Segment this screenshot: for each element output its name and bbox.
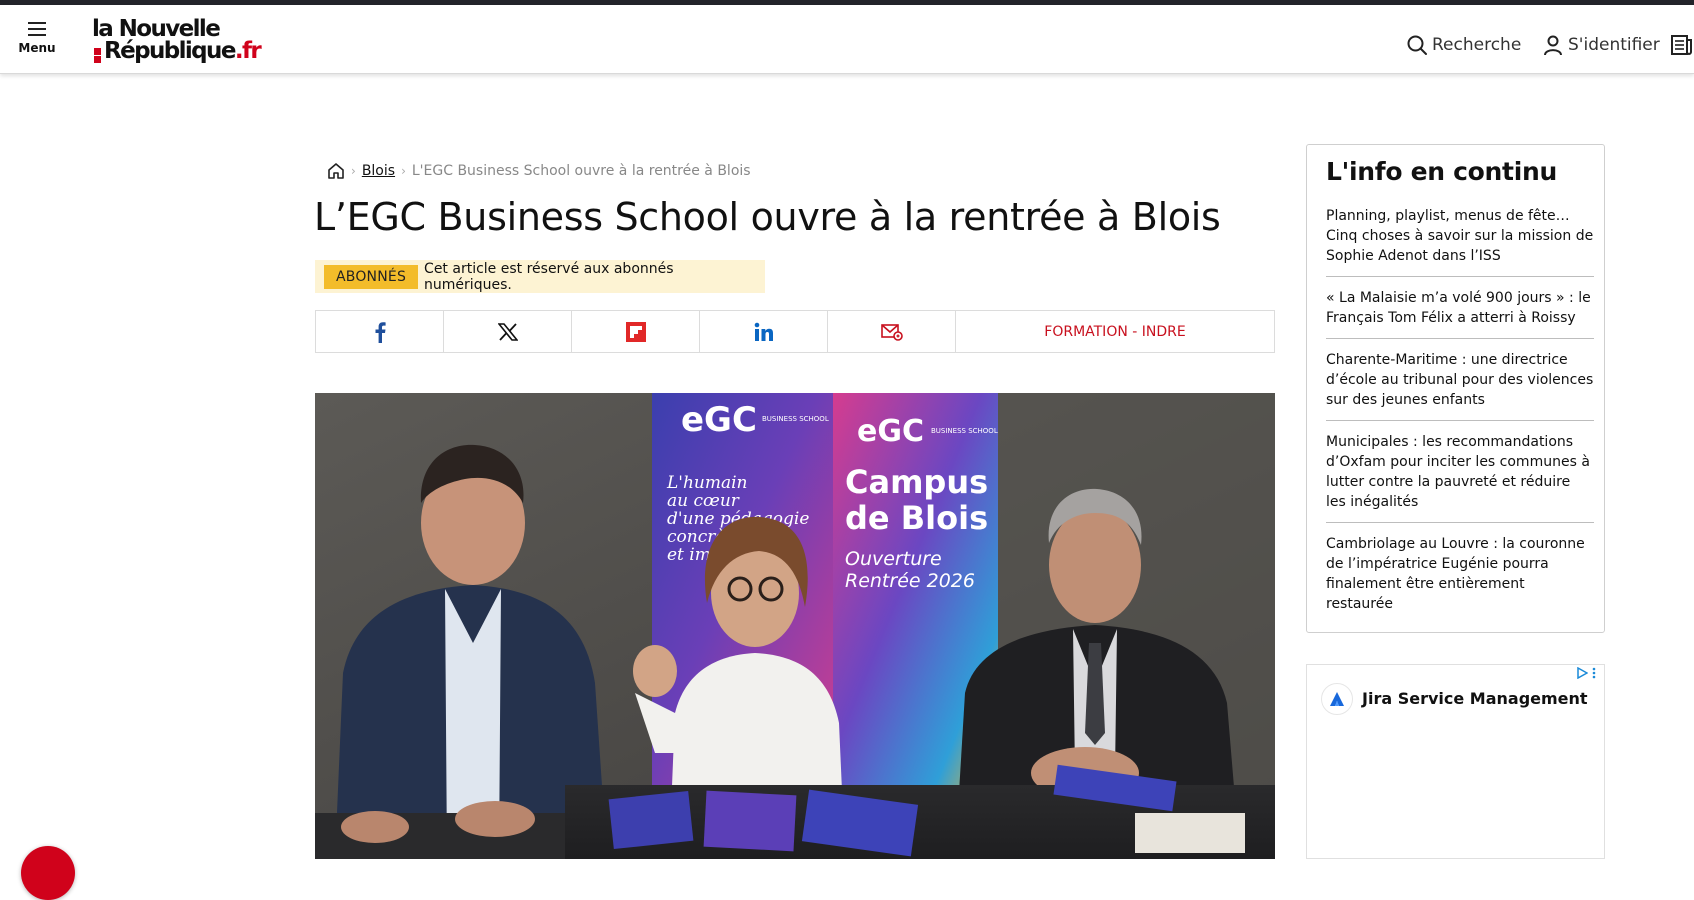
photo-illustration: eGC BUSINESS SCHOOL L'humain au cœur d'u… [315,393,1275,859]
search-icon [1407,35,1427,55]
live-news-list: Planning, playlist, menus de fête… Cinq … [1326,205,1594,634]
logo-square [94,48,101,55]
live-news-item[interactable]: « La Malaisie m’a volé 900 jours » : le … [1326,287,1594,339]
ad-choices-icon [1577,667,1588,679]
share-flipboard-button[interactable] [572,311,700,352]
linkedin-icon [754,322,773,341]
share-x-button[interactable] [444,311,572,352]
site-logo[interactable]: la Nouvelle République.fr [92,17,267,67]
login-button[interactable]: S'identifier [1542,31,1660,59]
logo-suffix: .fr [234,38,262,64]
logo-square [94,56,101,63]
logo-name: République [104,38,236,64]
share-email-button[interactable] [828,311,956,352]
live-news-item[interactable]: Charente-Maritime : une directrice d’éco… [1326,349,1594,421]
premium-badge: ABONNÉS [324,264,419,289]
premium-text: Cet article est réservé aux abonnés numé… [424,260,674,293]
home-icon[interactable] [327,162,345,180]
ad-block[interactable]: Jira Service Management [1306,664,1605,859]
ad-title[interactable]: Jira Service Management [1362,689,1588,708]
banner2-title: de Blois [845,499,988,537]
menu-label: Menu [18,41,56,55]
live-news-item[interactable]: Municipales : les recommandations d’Oxfa… [1326,431,1594,523]
breadcrumb: › Blois › L'EGC Business School ouvre à … [327,162,751,180]
banner1-logo: eGC [681,400,757,440]
chevron-right-icon: › [351,164,356,178]
banner1-sub: BUSINESS SCHOOL [762,415,829,423]
site-header: Menu la Nouvelle République.fr Recherche… [0,5,1694,74]
share-bar: FORMATION - INDRE [315,310,1275,353]
share-facebook-button[interactable] [316,311,444,352]
banner2-logo: eGC [857,414,924,449]
search-button[interactable]: Recherche [1406,31,1521,59]
article-title: L’EGC Business School ouvre à la rentrée… [314,195,1221,239]
logo-line2: République.fr [104,38,262,64]
newspaper-icon [1671,35,1692,55]
floating-action-button[interactable] [21,846,75,900]
banner2-title: Campus [845,463,988,501]
chevron-right-icon: › [401,164,406,178]
banner2-subtitle: Rentrée 2026 [845,570,975,592]
article-photo: eGC BUSINESS SCHOOL L'humain au cœur d'u… [315,393,1275,859]
live-news-title: L'info en continu [1326,157,1557,186]
premium-notice: ABONNÉS Cet article est réservé aux abon… [315,260,765,293]
article-tag-link[interactable]: FORMATION - INDRE [956,311,1274,352]
more-options-icon [1592,667,1596,679]
banner2-subtitle: Ouverture [845,548,942,570]
flipboard-icon [625,321,646,342]
breadcrumb-section-link[interactable]: Blois [362,163,395,179]
banner1-line: L'humain [666,473,748,493]
banner1-line: au cœur [667,491,740,511]
menu-icon [28,22,46,36]
email-icon [880,323,903,341]
ad-choices[interactable] [1576,667,1596,679]
breadcrumb-current: L'EGC Business School ouvre à la rentrée… [411,163,751,179]
newspaper-button[interactable] [1671,31,1694,59]
menu-button[interactable]: Menu [14,21,60,63]
live-news-item[interactable]: Cambriolage au Louvre : la couronne de l… [1326,533,1594,624]
facebook-icon [375,321,386,343]
x-icon [497,322,518,341]
live-news-item[interactable]: Planning, playlist, menus de fête… Cinq … [1326,205,1594,277]
live-news-box: L'info en continu Planning, playlist, me… [1306,144,1605,633]
login-label: S'identifier [1568,35,1660,55]
search-label: Recherche [1432,35,1522,55]
user-icon [1544,35,1562,56]
banner2-sub: BUSINESS SCHOOL [931,427,998,435]
share-linkedin-button[interactable] [700,311,828,352]
jira-logo-icon [1321,683,1353,715]
